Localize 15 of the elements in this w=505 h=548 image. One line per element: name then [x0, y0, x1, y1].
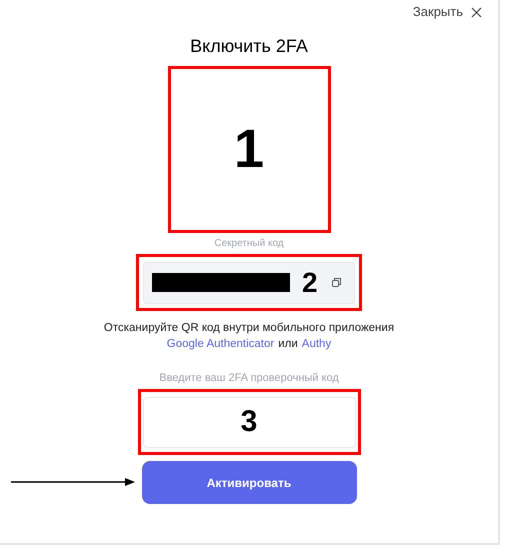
annotation-number: 3 — [240, 407, 258, 437]
activate-button[interactable]: Активировать — [142, 461, 356, 504]
close-label[interactable]: Закрыть — [412, 2, 463, 22]
annotation-number: 2 — [302, 268, 318, 296]
authy-link[interactable]: Authy — [302, 336, 332, 352]
annotation-number: 1 — [234, 118, 264, 181]
close-icon[interactable] — [471, 6, 482, 18]
dialog-title: Включить 2FA — [190, 35, 308, 57]
instruction-text: Отсканируйте QR код внутри мобильного приложения — [104, 321, 394, 336]
secret-code-label: Секретный код — [214, 238, 284, 250]
code-input-field[interactable]: 3 — [142, 396, 356, 448]
code-field-label: Введите ваш 2FA проверочный код — [159, 372, 339, 385]
copy-icon[interactable] — [332, 278, 341, 287]
or-text: или — [278, 337, 298, 352]
authenticator-link[interactable]: Google Authenticator — [166, 336, 274, 352]
